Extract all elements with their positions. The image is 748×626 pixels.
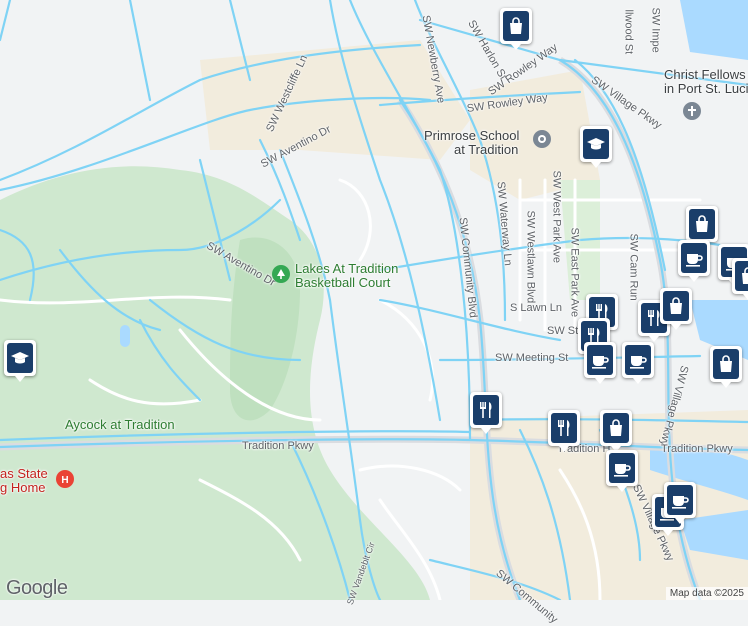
shopping-bag-icon [735, 261, 748, 291]
street-label-llwood-st: llwood St [622, 9, 635, 55]
school-marker[interactable] [4, 340, 36, 382]
shopping-bag-icon [503, 11, 529, 41]
street-label-westlawn-blvd: SW Westlawn Blvd [524, 210, 537, 304]
street-label-west-park-ave: SW West Park Ave [550, 170, 563, 264]
coffee-marker[interactable] [622, 342, 654, 384]
street-label-cam-run: SW Cam Run [627, 233, 640, 301]
poi-lakes-at-tradition[interactable]: Lakes At Tradition Basketball Court [295, 261, 398, 291]
poi-christ-fellowship[interactable]: Christ Fellows in Port St. Luci [664, 67, 748, 97]
street-label-lawn-ln: S Lawn Ln [510, 302, 562, 314]
street-label-tradition-pkwy-east: Tradition Pkwy [661, 443, 733, 455]
coffee-marker[interactable] [606, 450, 638, 492]
poi-aycock-at-tradition[interactable]: Aycock at Tradition [65, 417, 175, 432]
shopping-bag-marker[interactable] [710, 346, 742, 388]
street-label-imperial-st: SW Impe [649, 7, 662, 53]
shopping-bag-marker[interactable] [686, 206, 718, 248]
street-label-sw-st: SW St [547, 325, 579, 337]
school-icon [583, 129, 609, 159]
coffee-icon [609, 453, 635, 483]
hospital-pin-icon[interactable]: H [56, 470, 74, 488]
coffee-icon [625, 345, 651, 375]
poi-lakes-line2: Basketball Court [295, 275, 391, 291]
poi-christ-line2: in Port St. Luci [664, 81, 748, 97]
shopping-bag-marker[interactable] [660, 288, 692, 330]
restaurant-marker[interactable] [548, 410, 580, 452]
coffee-marker[interactable] [664, 482, 696, 524]
poi-texas-state-home[interactable]: as State g Home [0, 466, 48, 496]
shopping-bag-marker[interactable] [732, 258, 748, 300]
shopping-bag-icon [689, 209, 715, 239]
poi-primrose-school[interactable]: Primrose School at Tradition [424, 128, 519, 158]
coffee-icon [667, 485, 693, 515]
coffee-icon [587, 345, 613, 375]
google-logo: Google [6, 577, 68, 599]
coffee-icon [681, 243, 707, 273]
school-icon [7, 343, 33, 373]
shopping-bag-marker[interactable] [600, 410, 632, 452]
park-pin-icon[interactable] [272, 265, 290, 283]
coffee-marker[interactable] [678, 240, 710, 282]
svg-text:H: H [61, 475, 68, 485]
restaurant-marker[interactable] [470, 392, 502, 434]
street-label-meeting-st: SW Meeting St [495, 352, 569, 364]
coffee-marker[interactable] [584, 342, 616, 384]
church-pin-icon[interactable] [683, 102, 701, 120]
street-label-tradition-pkwy-west: Tradition Pkwy [242, 440, 314, 452]
shopping-bag-icon [663, 291, 689, 321]
shopping-bag-marker[interactable] [500, 8, 532, 50]
shopping-bag-icon [603, 413, 629, 443]
restaurant-icon [551, 413, 577, 443]
poi-primrose-line2: at Tradition [454, 142, 519, 158]
shopping-bag-icon [713, 349, 739, 379]
school-marker[interactable] [580, 126, 612, 168]
school-pin-icon[interactable] [533, 130, 551, 148]
lake-northeast [680, 0, 748, 60]
poi-texas-line2: g Home [0, 480, 46, 496]
street-label-east-park-ave: SW East Park Ave [568, 227, 581, 318]
restaurant-icon [473, 395, 499, 425]
map-attribution[interactable]: Map data ©2025 [665, 587, 748, 600]
pond-small [120, 325, 130, 347]
